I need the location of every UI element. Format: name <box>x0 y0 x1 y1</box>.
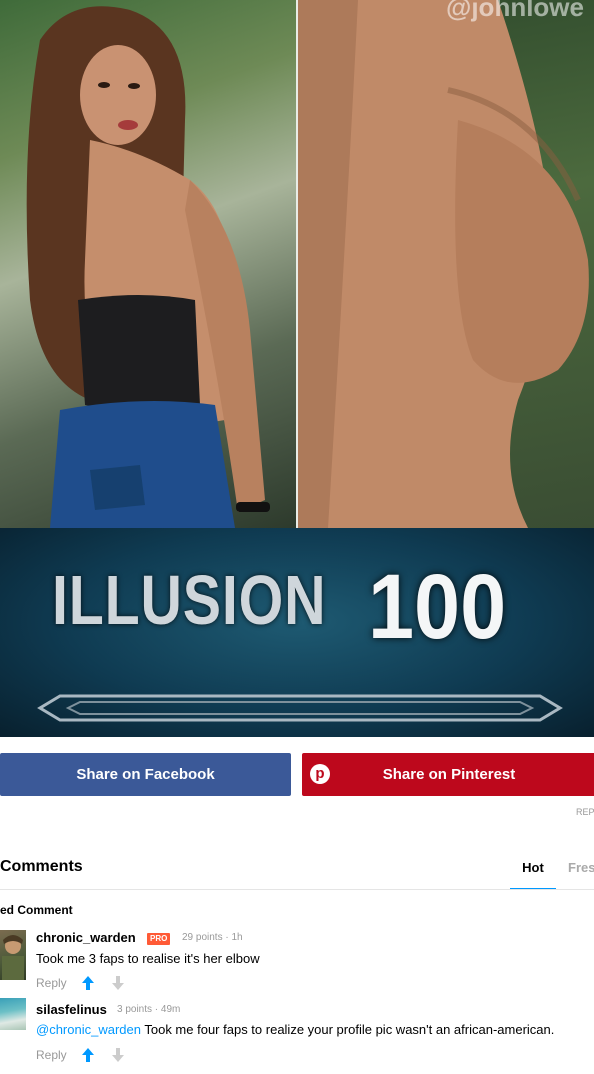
post-image: @johnlowe ILLUSION 100 <box>0 0 594 737</box>
upvote-icon[interactable] <box>82 1048 94 1062</box>
photo-right-panel <box>298 0 594 528</box>
avatar-image <box>2 935 24 980</box>
photo-left-panel <box>0 0 296 528</box>
tab-hot[interactable]: Hot <box>510 858 556 890</box>
woman-photo <box>26 6 270 528</box>
comment-body: Took me four faps to realize your profil… <box>140 1022 555 1037</box>
comment-username[interactable]: silasfelinus <box>36 1002 107 1017</box>
featured-comment-label: ed Comment <box>0 903 73 917</box>
skill-name-text: ILLUSION <box>52 561 327 639</box>
mention-link[interactable]: @chronic_warden <box>36 1022 141 1037</box>
skill-level-text: 100 <box>368 556 507 658</box>
comment-meta: 3 points · 49m <box>117 1004 181 1015</box>
upvote-icon[interactable] <box>82 976 94 990</box>
share-pinterest-button[interactable]: p Share on Pinterest <box>302 753 594 796</box>
share-pinterest-label: Share on Pinterest <box>382 766 516 783</box>
tab-fresh[interactable]: Fres <box>568 858 594 878</box>
reply-button[interactable]: Reply <box>36 976 67 990</box>
report-link[interactable]: REP <box>576 807 594 817</box>
comment-text: @chronic_warden Took me four faps to rea… <box>36 1022 554 1037</box>
comment-text: Took me 3 faps to realise it's her elbow <box>36 951 260 966</box>
downvote-icon[interactable] <box>112 976 124 990</box>
watermark-text: @johnlowe <box>445 0 584 22</box>
comments-divider <box>0 889 594 890</box>
comment-username[interactable]: chronic_warden <box>36 930 136 945</box>
comment-meta: 29 points · 1h <box>182 932 243 943</box>
pro-badge: PRO <box>147 933 171 945</box>
reply-button[interactable]: Reply <box>36 1048 67 1062</box>
downvote-icon[interactable] <box>112 1048 124 1062</box>
pinterest-icon: p <box>310 764 330 784</box>
share-facebook-label: Share on Facebook <box>76 766 215 783</box>
share-facebook-button[interactable]: Share on Facebook <box>0 753 291 796</box>
comments-title: Comments <box>0 858 83 875</box>
elbow-closeup <box>298 0 589 528</box>
avatar[interactable] <box>0 930 26 980</box>
avatar[interactable] <box>0 998 26 1030</box>
